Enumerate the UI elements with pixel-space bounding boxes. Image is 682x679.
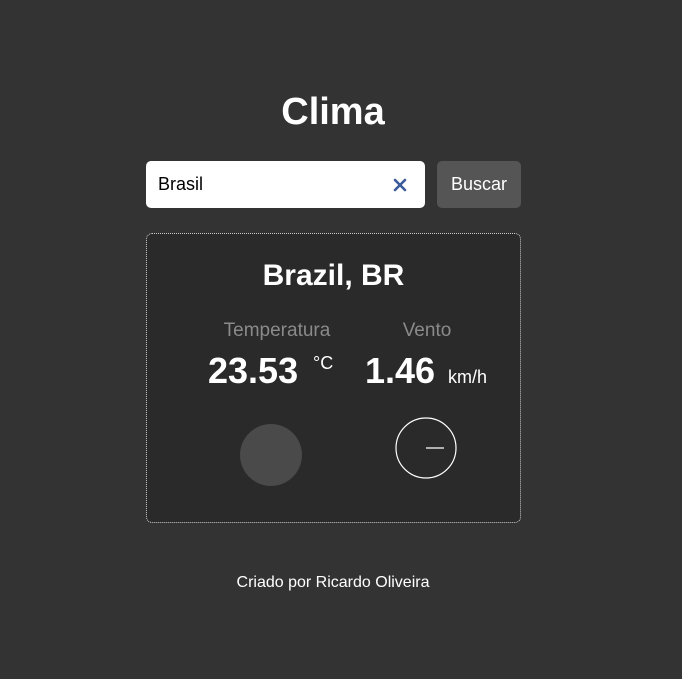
close-icon[interactable] <box>391 176 409 194</box>
weather-card: Brazil, BR Temperatura Vento 23.53 °C 1.… <box>146 233 521 523</box>
temperature-value: 23.53 <box>208 350 299 391</box>
weather-condition-icon <box>240 424 302 486</box>
weather-app: Clima Buscar Brazil, BR Temperatura Vent… <box>0 0 682 679</box>
search-field-container <box>146 161 425 208</box>
wind-direction-icon <box>395 417 457 479</box>
search-input[interactable] <box>158 171 378 198</box>
temperature-unit: °C <box>313 353 334 373</box>
location-title: Brazil, BR <box>262 259 405 292</box>
wind-unit: km/h <box>448 367 488 387</box>
page-title: Clima <box>281 91 385 133</box>
wind-value: 1.46 <box>365 350 436 391</box>
temperature-label: Temperatura <box>223 320 331 341</box>
footer-credit: Criado por Ricardo Oliveira <box>236 574 430 591</box>
search-bar: Buscar <box>146 161 521 208</box>
search-button[interactable]: Buscar <box>437 161 521 208</box>
wind-label: Vento <box>402 320 452 341</box>
